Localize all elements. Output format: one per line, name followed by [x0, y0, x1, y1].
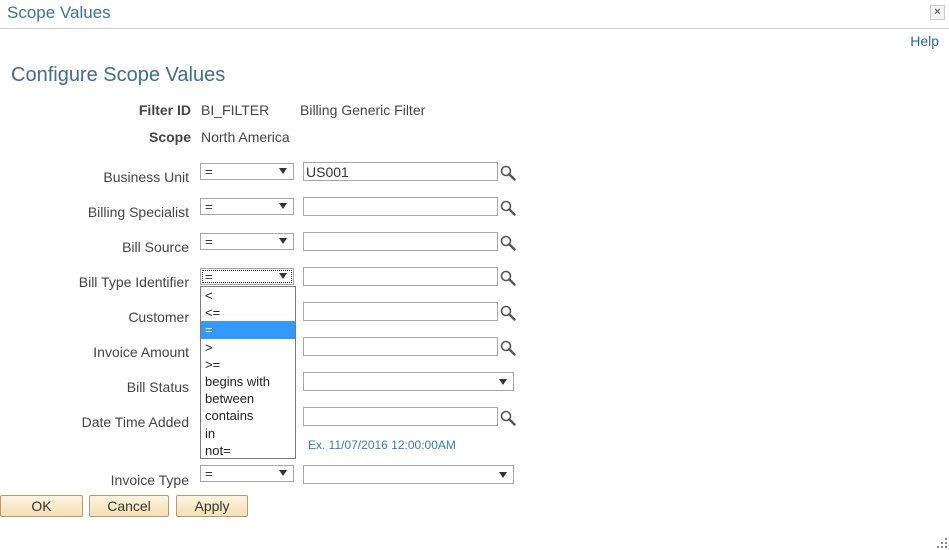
bill-type-identifier-operator-select[interactable]: = [200, 268, 294, 285]
operator-option-gt[interactable]: > [201, 339, 295, 356]
bill-type-identifier-label: Bill Type Identifier [78, 274, 189, 290]
filter-id-label: Filter ID [138, 102, 191, 118]
magnifier-icon[interactable] [500, 410, 516, 426]
filter-id-value: BI_FILTER [201, 102, 270, 118]
magnifier-icon[interactable] [500, 340, 516, 356]
invoice-amount-input[interactable] [303, 337, 498, 356]
magnifier-icon[interactable] [500, 235, 516, 251]
window-titlebar: Scope Values × [0, 0, 949, 29]
chevron-down-icon [279, 168, 287, 174]
bill-source-operator-value: = [205, 234, 213, 249]
business-unit-operator-value: = [205, 164, 213, 179]
page-title: Configure Scope Values [11, 64, 226, 86]
magnifier-icon[interactable] [500, 200, 516, 216]
operator-option-lt[interactable]: < [201, 287, 295, 304]
date-time-added-input[interactable] [303, 407, 498, 426]
business-unit-input[interactable] [303, 162, 498, 181]
window-title: Scope Values [7, 3, 111, 22]
operator-option-between[interactable]: between [201, 390, 295, 407]
operator-option-begins-with[interactable]: begins with [201, 373, 295, 390]
operator-option-not-eq[interactable]: not= [201, 442, 295, 459]
magnifier-icon[interactable] [500, 305, 516, 321]
bill-type-identifier-operator-value: = [205, 269, 213, 284]
chevron-down-icon [499, 472, 507, 478]
resize-grip-icon[interactable] [937, 538, 947, 548]
scope-value: North America [201, 129, 290, 145]
bill-type-identifier-input[interactable] [303, 267, 498, 286]
date-format-hint: Ex. 11/07/2016 12:00:00AM [308, 438, 456, 452]
business-unit-label: Business Unit [103, 169, 189, 185]
invoice-type-label: Invoice Type [110, 472, 189, 488]
help-link[interactable]: Help [910, 33, 939, 49]
billing-specialist-operator-select[interactable]: = [200, 198, 294, 215]
magnifier-icon[interactable] [500, 165, 516, 181]
operator-option-gte[interactable]: >= [201, 356, 295, 373]
operator-option-in[interactable]: in [201, 425, 295, 442]
bill-status-label: Bill Status [126, 379, 189, 395]
chevron-down-icon [279, 273, 287, 279]
bill-source-operator-select[interactable]: = [200, 233, 294, 250]
operator-option-eq[interactable]: = [201, 321, 295, 339]
magnifier-icon[interactable] [500, 270, 516, 286]
ok-button[interactable]: OK [0, 495, 83, 517]
customer-label: Customer [128, 309, 189, 325]
chevron-down-icon [279, 238, 287, 244]
filter-id-description: Billing Generic Filter [300, 102, 426, 118]
invoice-type-select[interactable] [303, 465, 514, 484]
billing-specialist-label: Billing Specialist [87, 204, 189, 220]
invoice-type-operator-select[interactable]: = [200, 465, 294, 482]
chevron-down-icon [279, 203, 287, 209]
chevron-down-icon [499, 379, 507, 385]
date-time-added-label: Date Time Added [81, 414, 189, 430]
operator-dropdown-list: < <= = > >= begins with between contains… [200, 286, 296, 459]
bill-source-input[interactable] [303, 232, 498, 251]
bill-status-select[interactable] [303, 372, 514, 391]
cancel-button[interactable]: Cancel [89, 495, 169, 517]
invoice-amount-label: Invoice Amount [93, 344, 189, 360]
business-unit-operator-select[interactable]: = [200, 163, 294, 180]
operator-option-lte[interactable]: <= [201, 304, 295, 321]
invoice-type-operator-value: = [205, 466, 213, 481]
scope-label: Scope [148, 129, 191, 145]
billing-specialist-operator-value: = [205, 199, 213, 214]
close-icon[interactable]: × [930, 5, 945, 20]
customer-input[interactable] [303, 302, 498, 321]
billing-specialist-input[interactable] [303, 197, 498, 216]
chevron-down-icon [279, 470, 287, 476]
apply-button[interactable]: Apply [176, 495, 248, 517]
operator-option-contains[interactable]: contains [201, 407, 295, 424]
bill-source-label: Bill Source [122, 239, 189, 255]
